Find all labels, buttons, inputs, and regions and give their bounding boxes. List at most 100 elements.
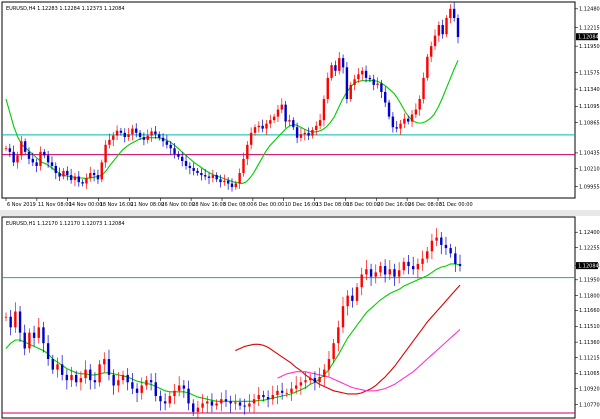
candle-body — [135, 388, 139, 393]
candle-body — [295, 127, 299, 138]
price-tick-label: 1.11510 — [579, 324, 600, 330]
candle-body — [280, 104, 283, 110]
candle-body — [429, 46, 433, 57]
candle-body — [372, 79, 375, 85]
chart-title-h1: EURUSD,H1 1.12170 1.12170 1.12073 1.1208… — [6, 221, 125, 227]
price-tick-label: 1.11660 — [579, 308, 600, 314]
price-tick-label: 1.10865 — [579, 120, 600, 126]
candle-body — [369, 269, 373, 277]
candle-body — [318, 120, 322, 126]
candle-body — [203, 175, 207, 177]
candle-body — [69, 175, 73, 181]
candle-body — [31, 158, 35, 163]
candle-body — [458, 263, 462, 267]
time-tick-label: 21 Nov 08:00 — [130, 202, 164, 208]
candle-body — [145, 380, 148, 386]
candle-body — [81, 182, 84, 184]
candle-body — [242, 158, 245, 173]
candle-body — [280, 390, 284, 393]
time-tick-label: 28 Nov 16:00 — [192, 202, 226, 208]
candle-body — [299, 382, 303, 386]
candle-body — [346, 295, 349, 307]
candle-body — [353, 79, 356, 85]
candle-body — [188, 165, 192, 169]
candle-body — [313, 378, 317, 383]
candle-body — [161, 137, 165, 142]
candle-body — [173, 148, 176, 154]
price-tick-label: 1.09955 — [579, 185, 600, 191]
price-tick-label: 1.10435 — [579, 151, 600, 157]
candle-body — [276, 390, 279, 395]
time-tick-label: 6 Nov 2019 — [7, 202, 36, 208]
candle-body — [271, 394, 274, 400]
candle-body — [219, 179, 222, 183]
price-tick-label: 1.10210 — [579, 167, 600, 173]
candle-body — [201, 403, 204, 408]
candle-body — [368, 77, 372, 80]
candle-body — [121, 374, 125, 381]
candle-body — [383, 266, 387, 275]
candle-body — [115, 130, 119, 136]
candle-body — [357, 74, 360, 80]
candle-body — [449, 248, 452, 254]
candle-body — [395, 127, 398, 129]
candle-body — [261, 125, 264, 129]
candle-body — [292, 120, 295, 128]
price-tick-label: 1.11340 — [579, 87, 600, 93]
candle-body — [345, 67, 349, 99]
candle-body — [426, 251, 429, 259]
candle-body — [379, 266, 382, 273]
candle-body — [12, 151, 15, 163]
candle-body — [272, 116, 276, 121]
candle-body — [89, 172, 92, 178]
candle-body — [307, 132, 310, 136]
candle-body — [294, 385, 298, 389]
candle-body — [108, 139, 111, 145]
candle-body — [249, 132, 253, 145]
candle-body — [257, 394, 260, 400]
candle-body — [332, 343, 335, 360]
candle-body — [127, 134, 130, 138]
candle-body — [407, 118, 410, 122]
time-tick-label: 6 Dec 00:00 — [254, 202, 284, 208]
candle-body — [196, 170, 199, 173]
candle-body — [410, 114, 414, 122]
price-tick-label: 1.10770 — [579, 402, 600, 408]
candle-body — [107, 359, 111, 375]
panel-separator[interactable] — [0, 210, 600, 216]
candle-body — [234, 183, 238, 188]
candle-body — [341, 58, 345, 68]
candle-body — [311, 130, 314, 136]
candle-body — [229, 401, 232, 404]
candle-body — [77, 176, 80, 183]
candle-body — [430, 240, 434, 252]
candle-body — [138, 132, 142, 138]
candle-body — [223, 180, 226, 183]
candle-body — [265, 123, 268, 129]
candle-body — [75, 374, 78, 383]
candle-body — [364, 70, 368, 78]
candle-body — [437, 25, 441, 36]
price-tick-label: 1.11800 — [579, 293, 600, 299]
candle-body — [238, 172, 241, 184]
time-tick-label: 26 Dec 08:00 — [408, 202, 442, 208]
candle-body — [16, 155, 19, 163]
candle-body — [349, 84, 352, 99]
candle-body — [159, 396, 162, 402]
price-tick-label: 1.10920 — [579, 386, 600, 392]
candle-body — [341, 306, 345, 328]
candle-body — [337, 327, 340, 344]
candle-body — [42, 327, 45, 344]
candle-body — [168, 396, 172, 404]
candle-body — [403, 118, 406, 124]
candle-body — [288, 120, 291, 122]
candle-body — [238, 402, 242, 406]
candle-body — [20, 141, 23, 156]
candle-body — [257, 125, 261, 128]
candle-body — [135, 128, 138, 133]
current-price-label: 1.12084 — [578, 35, 599, 41]
candle-body — [323, 369, 326, 378]
candle-body — [27, 151, 31, 159]
candle-body — [14, 311, 17, 328]
time-tick-label: 31 Dec 00:00 — [439, 202, 473, 208]
